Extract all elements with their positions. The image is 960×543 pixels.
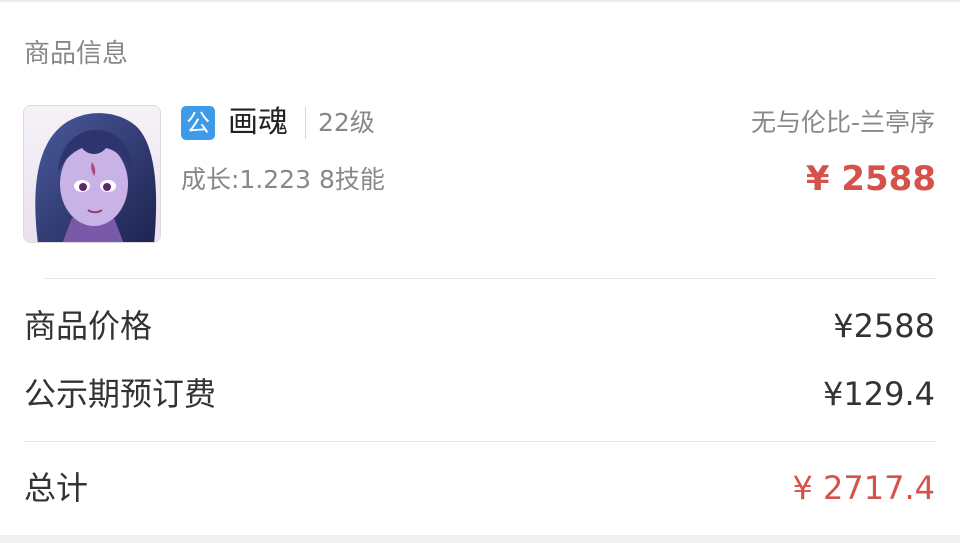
pet-level: 22级	[318, 108, 375, 137]
divider	[44, 278, 936, 279]
item-price-label: 商品价格	[24, 307, 153, 345]
server-name: 无与伦比-兰亭序	[750, 108, 935, 137]
name-separator	[305, 107, 306, 139]
pet-portrait-image[interactable]	[23, 105, 161, 243]
total-value: ¥ 2717.4	[792, 469, 936, 507]
product-price: ¥ 2588	[805, 159, 936, 199]
pet-attributes: 成长:1.223 8技能	[181, 165, 385, 194]
official-badge: 公	[181, 106, 215, 140]
item-price-value: ¥2588	[833, 307, 935, 345]
pet-portrait-icon	[24, 106, 160, 242]
divider	[24, 441, 936, 442]
bottom-band	[0, 535, 960, 543]
pet-name: 画魂	[228, 105, 288, 140]
section-title: 商品信息	[24, 39, 129, 69]
reservation-fee-label: 公示期预订费	[24, 375, 217, 413]
top-border	[0, 0, 960, 2]
total-label: 总计	[24, 469, 89, 507]
reservation-fee-value: ¥129.4	[823, 375, 935, 413]
